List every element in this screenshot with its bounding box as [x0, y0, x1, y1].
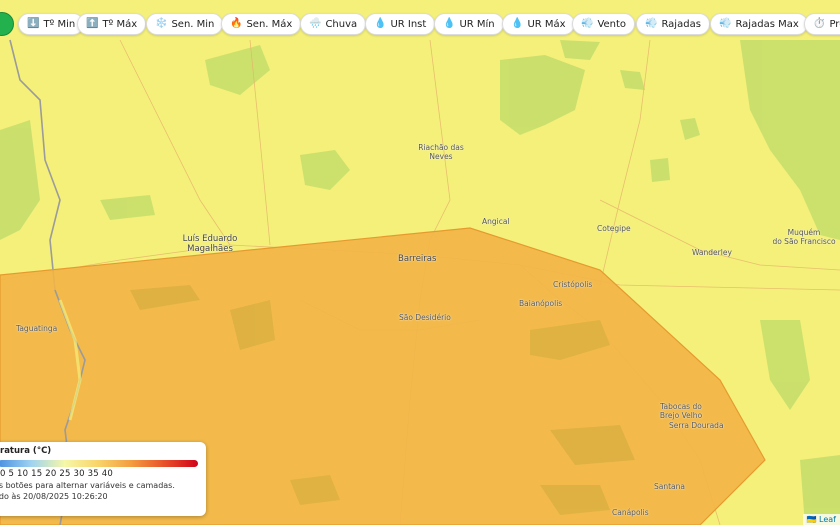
btn-sens-max[interactable]: 🔥 Sen. Máx: [221, 13, 302, 35]
legend-updated: ado às 20/08/2025 10:26:20: [0, 492, 108, 501]
btn-label: Rajadas Max: [735, 18, 799, 30]
btn-label: UR Máx: [527, 18, 566, 30]
place-barreiras: Barreiras: [398, 254, 437, 264]
btn-chuva[interactable]: 🌧️ Chuva: [300, 13, 367, 35]
btn-label: Tº Máx: [102, 18, 138, 30]
btn-label: Vento: [597, 18, 627, 30]
place-serra-dourada: Serra Dourada: [669, 421, 724, 430]
wind-icon: 💨: [581, 18, 594, 29]
temperature-legend: ratura (°C) 0 5 10 15 20 25 30 35 40 os …: [0, 442, 206, 516]
fire-icon: 🔥: [230, 18, 243, 29]
legend-ticks: 0 5 10 15 20 25 30 35 40: [0, 469, 113, 479]
wind-icon: 💨: [645, 18, 658, 29]
snowflake-icon: ❄️: [155, 18, 168, 29]
place-muquem: Muquém do São Francisco: [772, 228, 836, 246]
btn-sens-min[interactable]: ❄️ Sen. Min: [146, 13, 224, 35]
place-riachao-das-neves: Riachão das Neves: [418, 143, 464, 161]
btn-ur-max[interactable]: 💧 UR Máx: [502, 13, 575, 35]
btn-pre[interactable]: ⏱️Pre: [804, 13, 840, 35]
btn-label: Rajadas: [661, 18, 701, 30]
btn-rajadas-max[interactable]: 💨 Rajadas Max: [710, 13, 808, 35]
arrow-down-icon: ⬇️: [27, 18, 40, 29]
place-taguatinga: Taguatinga: [16, 324, 58, 333]
place-baianopolis: Baianópolis: [519, 299, 563, 308]
place-wanderley: Wanderley: [692, 248, 732, 257]
btn-ur-inst[interactable]: 💧 UR Inst: [365, 13, 436, 35]
btn-label: UR Mín: [459, 18, 495, 30]
legend-color-scale: [0, 460, 198, 467]
wind-icon: 💨: [719, 18, 732, 29]
btn-label: Pre: [829, 18, 840, 30]
btn-temp-min[interactable]: ⬇️ Tº Min: [18, 13, 85, 35]
rain-icon: 🌧️: [309, 18, 322, 29]
btn-label: UR Inst: [390, 18, 427, 30]
legend-title: ratura (°C): [0, 446, 52, 456]
gauge-icon: ⏱️: [813, 18, 826, 29]
btn-label: Chuva: [325, 18, 358, 30]
btn-label: Tº Min: [43, 18, 76, 30]
btn-label: Sen. Min: [171, 18, 215, 30]
place-luis-eduardo-magalhaes: Luís Eduardo Magalhães: [182, 234, 238, 254]
status-dot[interactable]: [0, 12, 14, 36]
legend-hint: os botões para alternar variáveis e cama…: [0, 481, 175, 490]
place-tabocas: Tabocas do Brejo Velho: [659, 402, 703, 420]
place-cristopolis: Cristópolis: [553, 280, 593, 289]
btn-ur-min[interactable]: 💧 UR Mín: [434, 13, 504, 35]
arrow-up-icon: ⬆️: [86, 18, 99, 29]
btn-rajadas[interactable]: 💨 Rajadas: [636, 13, 710, 35]
leaflet-attribution[interactable]: 🇺🇦 Leaf: [802, 514, 840, 525]
variable-toolbar: ⬇️ Tº Min ⬆️ Tº Máx ❄️ Sen. Min 🔥 Sen. Máx 🌧…: [0, 10, 840, 40]
droplet-icon: 💧: [374, 18, 387, 29]
place-canapolis: Canápolis: [612, 508, 649, 517]
place-angical: Angical: [482, 217, 510, 226]
droplet-icon: 💧: [511, 18, 524, 29]
droplet-icon: 💧: [443, 18, 456, 29]
btn-label: Sen. Máx: [246, 18, 293, 30]
place-santana: Santana: [654, 482, 685, 491]
place-cotegipe: Cotegipe: [597, 224, 631, 233]
place-sao-desiderio: São Desidério: [399, 313, 451, 322]
btn-vento[interactable]: 💨 Vento: [572, 13, 636, 35]
btn-temp-max[interactable]: ⬆️ Tº Máx: [77, 13, 147, 35]
